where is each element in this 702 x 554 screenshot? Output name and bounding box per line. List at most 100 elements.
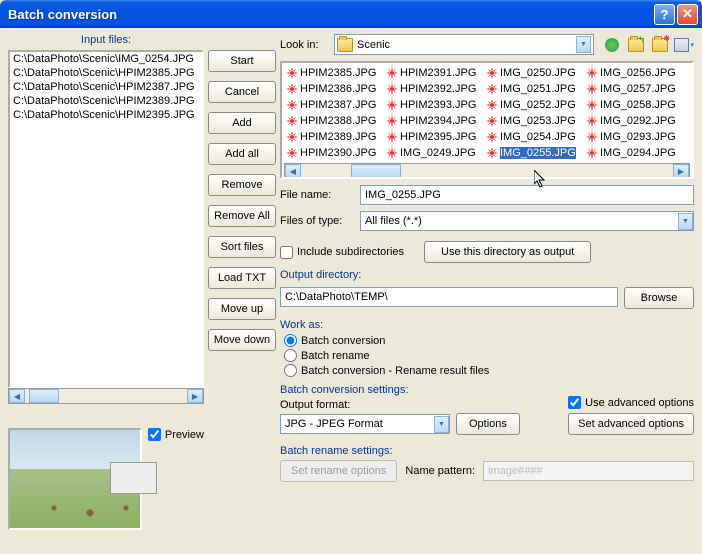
file-item[interactable]: HPIM2391.JPG [384,65,484,81]
file-browser[interactable]: HPIM2385.JPGHPIM2386.JPGHPIM2387.JPGHPIM… [280,61,694,179]
bc-settings-label: Batch conversion settings: [280,384,560,396]
rename-settings-label: Batch rename settings: [280,445,694,457]
browse-button[interactable]: Browse [624,287,694,309]
irfanview-file-icon [285,146,299,160]
irfanview-file-icon [385,146,399,160]
file-browser-scrollbar[interactable]: ◀ ▶ [284,163,690,179]
irfanview-file-icon [585,82,599,96]
file-item[interactable]: HPIM2385.JPG [284,65,384,81]
close-button[interactable]: ✕ [677,4,698,25]
output-format-dropdown[interactable]: JPG - JPEG Format ▼ [280,414,450,434]
output-dir-label: Output directory: [280,269,694,281]
file-item[interactable]: HPIM2394.JPG [384,113,484,129]
file-item[interactable]: HPIM2387.JPG [284,97,384,113]
preview-checkbox[interactable]: Preview [148,428,204,441]
file-item[interactable]: IMG_0256.JPG [584,65,684,81]
sort-files-button[interactable]: Sort files [208,236,276,258]
cancel-button[interactable]: Cancel [208,81,276,103]
file-item[interactable]: HPIM2390.JPG [284,145,384,161]
up-folder-icon[interactable] [626,35,646,55]
set-advanced-button[interactable]: Set advanced options [568,413,694,435]
file-item[interactable]: IMG_0257.JPG [584,81,684,97]
scroll-left-icon[interactable]: ◀ [285,164,301,178]
input-file-item[interactable]: C:\DataPhoto\Scenic\HPIM2389.JPG [10,94,202,108]
set-rename-button: Set rename options [280,460,397,482]
options-button[interactable]: Options [456,413,520,435]
file-item[interactable]: HPIM2395.JPG [384,129,484,145]
view-menu-icon[interactable] [674,35,694,55]
remove-button[interactable]: Remove [208,174,276,196]
file-item[interactable]: IMG_0258.JPG [584,97,684,113]
work-radio-0[interactable]: Batch conversion [280,333,694,348]
file-item[interactable]: HPIM2386.JPG [284,81,384,97]
input-files-list[interactable]: C:\DataPhoto\Scenic\IMG_0254.JPGC:\DataP… [8,50,204,388]
irfanview-file-icon [385,82,399,96]
load-txt-button[interactable]: Load TXT [208,267,276,289]
irfanview-file-icon [485,114,499,128]
irfanview-file-icon [585,114,599,128]
irfanview-file-icon [585,146,599,160]
chevron-down-icon[interactable]: ▼ [576,36,591,53]
chevron-down-icon[interactable]: ▼ [434,416,449,433]
file-item[interactable]: IMG_0293.JPG [584,129,684,145]
irfanview-file-icon [585,98,599,112]
file-item[interactable]: HPIM2392.JPG [384,81,484,97]
remove-all-button[interactable]: Remove All [208,205,276,227]
lookin-label: Look in: [280,39,328,51]
add-all-button[interactable]: Add all [208,143,276,165]
move-down-button[interactable]: Move down [208,329,276,351]
help-button[interactable]: ? [654,4,675,25]
chevron-down-icon[interactable]: ▼ [678,213,693,230]
output-format-label: Output format: [280,399,560,411]
file-item[interactable]: IMG_0254.JPG [484,129,584,145]
input-files-label: Input files: [8,34,204,46]
include-subdirs-checkbox[interactable]: Include subdirectories [280,246,404,259]
irfanview-file-icon [485,130,499,144]
output-dir-input[interactable]: C:\DataPhoto\TEMP\ [280,287,618,307]
irfanview-file-icon [485,98,499,112]
move-up-button[interactable]: Move up [208,298,276,320]
input-file-item[interactable]: C:\DataPhoto\Scenic\HPIM2395.JPG [10,108,202,122]
use-directory-button[interactable]: Use this directory as output [424,241,591,263]
scroll-right-icon[interactable]: ▶ [187,389,203,403]
work-radio-1[interactable]: Batch rename [280,348,694,363]
file-item[interactable]: IMG_0292.JPG [584,113,684,129]
file-item[interactable]: IMG_0253.JPG [484,113,584,129]
file-item[interactable]: IMG_0249.JPG [384,145,484,161]
file-item[interactable]: IMG_0255.JPG [484,145,584,161]
file-item[interactable]: HPIM2389.JPG [284,129,384,145]
lookin-dropdown[interactable]: Scenic ▼ [334,34,594,55]
folder-icon [337,38,353,52]
irfanview-file-icon [485,82,499,96]
filetype-dropdown[interactable]: All files (*.*) ▼ [360,211,694,231]
irfanview-file-icon [485,66,499,80]
start-button[interactable]: Start [208,50,276,72]
file-item[interactable]: IMG_0294.JPG [584,145,684,161]
new-folder-icon[interactable] [650,35,670,55]
preview-image [8,428,142,530]
back-icon[interactable] [602,35,622,55]
file-item[interactable]: HPIM2388.JPG [284,113,384,129]
input-file-item[interactable]: C:\DataPhoto\Scenic\HPIM2387.JPG [10,80,202,94]
file-item[interactable]: IMG_0250.JPG [484,65,584,81]
irfanview-file-icon [585,130,599,144]
input-file-item[interactable]: C:\DataPhoto\Scenic\IMG_0254.JPG [10,52,202,66]
name-pattern-label: Name pattern: [405,465,475,477]
file-item[interactable]: HPIM2393.JPG [384,97,484,113]
irfanview-file-icon [585,66,599,80]
irfanview-file-icon [285,66,299,80]
file-item[interactable]: IMG_0251.JPG [484,81,584,97]
file-item[interactable]: IMG_0252.JPG [484,97,584,113]
irfanview-file-icon [285,82,299,96]
input-file-item[interactable]: C:\DataPhoto\Scenic\HPIM2385.JPG [10,66,202,80]
advanced-options-checkbox[interactable]: Use advanced options [568,396,694,409]
window-title: Batch conversion [4,7,654,22]
scroll-left-icon[interactable]: ◀ [9,389,25,403]
irfanview-file-icon [485,146,499,160]
filename-label: File name: [280,189,354,201]
filename-input[interactable]: IMG_0255.JPG [360,185,694,205]
scroll-right-icon[interactable]: ▶ [673,164,689,178]
input-files-scrollbar[interactable]: ◀ ▶ [8,388,204,404]
add-button[interactable]: Add [208,112,276,134]
work-radio-2[interactable]: Batch conversion - Rename result files [280,363,694,378]
